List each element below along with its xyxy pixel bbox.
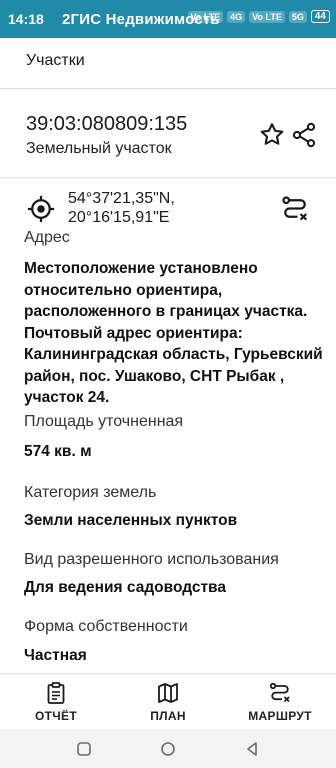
tab-bar: Участки	[0, 38, 336, 89]
home-icon[interactable]	[160, 741, 176, 762]
address-line: Местоположение установлено	[24, 260, 258, 277]
signal-indicator-4: 5G	[288, 10, 307, 23]
report-button[interactable]: ОТЧЁТ	[0, 674, 112, 730]
area-label: Площадь уточненная	[24, 413, 184, 430]
status-icons: Vo LTE 4G Vo LTE 5G 44	[187, 10, 330, 23]
permitted-use-value: Для ведения садоводства	[24, 579, 226, 596]
route-button[interactable]: МАРШРУТ	[224, 674, 336, 730]
address-label: Адрес	[24, 229, 70, 246]
system-nav-bar	[0, 729, 336, 768]
address-line: Почтовый адрес ориентира:	[24, 324, 243, 342]
clipboard-icon	[47, 682, 65, 704]
address-value: Местоположение установлено относительно …	[24, 258, 323, 409]
recents-icon[interactable]	[76, 741, 92, 762]
category-label: Категория земель	[24, 484, 157, 501]
tab-parcels[interactable]: Участки	[26, 52, 85, 70]
coordinates[interactable]: 54°37'21,35"N, 20°16'15,91"E	[68, 189, 175, 227]
ownership-value: Частная	[24, 647, 87, 664]
signal-indicator-3: Vo LTE	[249, 10, 285, 23]
address-line: относительно ориентира,	[24, 281, 223, 299]
permitted-use-label: Вид разрешенного использования	[24, 551, 279, 568]
address-line: расположенного в границах участка.	[24, 303, 308, 320]
back-icon[interactable]	[244, 741, 260, 762]
star-icon[interactable]	[258, 121, 286, 149]
address-line: Калининградская область, Гурьевский	[24, 346, 323, 363]
signal-indicator-1: Vo LTE	[187, 10, 224, 23]
ownership-label: Форма собственности	[24, 618, 188, 635]
address-line: район, пос. Ушаково, СНТ Рыбак ,	[24, 367, 285, 385]
route-label: МАРШРУТ	[248, 709, 312, 723]
report-label: ОТЧЁТ	[35, 709, 77, 723]
plan-button[interactable]: ПЛАН	[112, 674, 224, 730]
status-bar: 14:18 2ГИС Недвижимость Vo LTE 4G Vo LTE…	[0, 0, 336, 38]
divider	[0, 177, 336, 178]
battery-icon: 44	[310, 10, 330, 23]
route-icon[interactable]	[280, 194, 310, 224]
bottom-nav: ОТЧЁТ ПЛАН МАРШРУТ	[0, 673, 336, 730]
route-icon	[269, 682, 290, 703]
area-value: 574 кв. м	[24, 443, 92, 460]
latitude: 54°37'21,35"N,	[68, 190, 175, 207]
parcel-type: Земельный участок	[26, 140, 172, 157]
signal-indicator-2: 4G	[227, 10, 246, 23]
share-icon[interactable]	[290, 121, 318, 149]
address-line: участок 24.	[24, 389, 110, 406]
plan-label: ПЛАН	[150, 709, 186, 723]
cadastral-number: 39:03:080809:135	[26, 113, 188, 135]
map-icon	[158, 683, 178, 703]
location-target-icon[interactable]	[26, 194, 56, 224]
status-time: 14:18	[8, 11, 44, 27]
longitude: 20°16'15,91"E	[68, 209, 170, 226]
category-value: Земли населенных пунктов	[24, 512, 238, 529]
